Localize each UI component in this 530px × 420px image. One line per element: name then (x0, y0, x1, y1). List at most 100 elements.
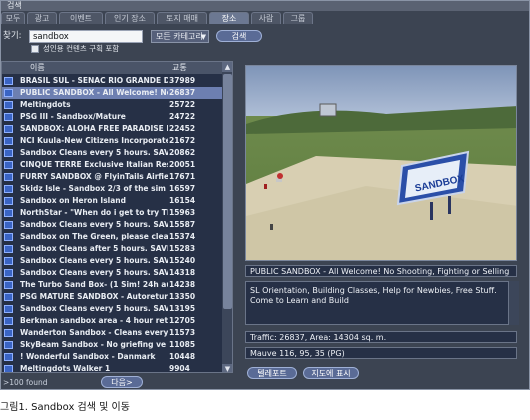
search-button[interactable]: 검색 (216, 30, 262, 42)
list-item[interactable]: PSG III - Sandbox/Mature 24722 (2, 111, 222, 123)
house-icon (4, 137, 13, 145)
place-name: NCI Kuula-New Citizens Incorporated (20, 136, 168, 145)
column-header-traffic[interactable]: 교통 (172, 62, 187, 74)
list-item[interactable]: FURRY SANDBOX @ FlyinTails Airfield 17671 (2, 171, 222, 183)
place-name: PSG MATURE SANDBOX - Autoreturn (20, 292, 168, 301)
house-icon (4, 329, 13, 337)
list-item[interactable]: Sandbox Cleans every 5 hours. SAVE 15587 (2, 219, 222, 231)
list-item[interactable]: Sandbox Cleans every 5 hours. SAVE 14318 (2, 267, 222, 279)
place-name: CINQUE TERRE Exclusive Italian Resid (20, 160, 168, 169)
category-dropdown[interactable]: 모든 카테고리 ▼ (151, 30, 209, 43)
list-item[interactable]: PUBLIC SANDBOX - All Welcome! No S 26837 (2, 87, 222, 99)
house-icon (4, 341, 13, 349)
tab-events[interactable]: 이벤트 (59, 12, 103, 24)
traffic-value: 15963 (169, 208, 196, 217)
list-item[interactable]: Sandbox Cleans every 5 hours. SAVE 13195 (2, 303, 222, 315)
show-on-map-button[interactable]: 지도에 표시 (303, 367, 359, 379)
place-name: The Turbo Sand Box- (1 Sim! 24h aut (20, 280, 168, 289)
traffic-value: 10448 (169, 352, 196, 361)
house-icon (4, 233, 13, 241)
traffic-value: 11085 (169, 340, 196, 349)
tab-bar: 모두 광고 이벤트 인기 장소 토지 매매 장소 사람 그룹 (1, 12, 529, 24)
traffic-value: 11573 (169, 328, 196, 337)
list-item[interactable]: Berkman sandbox area - 4 hour retu 12705 (2, 315, 222, 327)
traffic-value: 9904 (169, 364, 190, 373)
place-name: BRASIL SUL - SENAC RIO GRANDE DO (20, 76, 168, 85)
list-item[interactable]: ! Wonderful Sandbox - Danmark 10448 (2, 351, 222, 363)
place-name: PSG III - Sandbox/Mature (20, 112, 126, 121)
list-item[interactable]: Sandbox on Heron Island 16154 (2, 195, 222, 207)
house-icon (4, 245, 13, 253)
house-icon (4, 353, 13, 361)
list-item[interactable]: CINQUE TERRE Exclusive Italian Resid 2005… (2, 159, 222, 171)
house-icon (4, 269, 13, 277)
traffic-value: 13350 (169, 292, 196, 301)
scroll-down-icon[interactable]: ▼ (222, 364, 232, 372)
house-icon (4, 293, 13, 301)
tab-places[interactable]: 장소 (209, 12, 249, 24)
house-icon (4, 77, 13, 85)
list-item[interactable]: Skidz Isle - Sandbox 2/3 of the sim 16597 (2, 183, 222, 195)
list-item[interactable]: PSG MATURE SANDBOX - Autoreturn 13350 (2, 291, 222, 303)
next-page-button[interactable]: 다음> (101, 376, 143, 388)
tab-land-sales[interactable]: 토지 매매 (157, 12, 207, 24)
list-item[interactable]: Wanderton Sandbox - Cleans every 11573 (2, 327, 222, 339)
scroll-up-icon[interactable]: ▲ (222, 62, 232, 72)
house-icon (4, 305, 13, 313)
list-item[interactable]: Meltingdots 25722 (2, 99, 222, 111)
traffic-value: 26837 (169, 88, 196, 97)
teleport-button[interactable]: 텔레포트 (247, 367, 297, 379)
list-item[interactable]: BRASIL SUL - SENAC RIO GRANDE DO 37989 (2, 75, 222, 87)
traffic-value: 16597 (169, 184, 196, 193)
tab-groups[interactable]: 그룹 (283, 12, 313, 24)
house-icon (4, 101, 13, 109)
place-name: Sandbox Cleans every 5 hours. SAVE (20, 304, 168, 313)
traffic-value: 15374 (169, 232, 196, 241)
column-header-name[interactable]: 이름 (30, 62, 45, 74)
search-row: 찾기: sandbox 모든 카테고리 ▼ 검색 (1, 29, 529, 43)
place-name: FURRY SANDBOX @ FlyinTails Airfield (20, 172, 168, 181)
list-item[interactable]: The Turbo Sand Box- (1 Sim! 24h aut 14238 (2, 279, 222, 291)
traffic-value: 20862 (169, 148, 196, 157)
list-item[interactable]: Sandbox Cleans every 5 hours. SAVE 15240 (2, 255, 222, 267)
figure-caption: 그림1. Sandbox 검색 및 이동 (0, 402, 130, 413)
place-name: Skidz Isle - Sandbox 2/3 of the sim (20, 184, 166, 193)
tab-all[interactable]: 모두 (1, 12, 25, 24)
place-name: SANDBOX: ALOHA FREE PARADISE ISLAND (20, 124, 168, 133)
traffic-value: 20051 (169, 160, 196, 169)
scroll-thumb[interactable] (223, 74, 232, 309)
list-item[interactable]: SANDBOX: ALOHA FREE PARADISE ISLAND22452 (2, 123, 222, 135)
house-icon (4, 89, 13, 97)
house-icon (4, 281, 13, 289)
search-label: 찾기: (3, 31, 22, 41)
place-name: Wanderton Sandbox - Cleans every (20, 328, 168, 337)
place-name: Sandbox on Heron Island (20, 196, 127, 205)
adult-content-checkbox[interactable] (31, 45, 39, 53)
traffic-value: 16154 (169, 196, 196, 205)
list-item[interactable]: SkyBeam Sandbox - No griefing ve 11085 (2, 339, 222, 351)
traffic-value: 22452 (169, 124, 196, 133)
traffic-value: 15587 (169, 220, 196, 229)
house-icon (4, 197, 13, 205)
house-icon (4, 317, 13, 325)
list-scrollbar[interactable]: ▲ ▼ (222, 62, 232, 372)
list-item[interactable]: NorthStar - "When do i get to try TH 1596… (2, 207, 222, 219)
list-item[interactable]: Sandbox on The Green, please clean 15374 (2, 231, 222, 243)
traffic-value: 17671 (169, 172, 196, 181)
house-icon (4, 365, 13, 372)
list-item[interactable]: NCI Kuula-New Citizens Incorporated 21672 (2, 135, 222, 147)
tab-people[interactable]: 사람 (251, 12, 281, 24)
place-name: NorthStar - "When do i get to try TH (20, 208, 168, 217)
list-item[interactable]: Meltingdots Walker 1 9904 (2, 363, 222, 373)
description-scrollbar[interactable] (509, 281, 519, 325)
place-name: SkyBeam Sandbox - No griefing ve (20, 340, 167, 349)
traffic-value: 15240 (169, 256, 196, 265)
traffic-value: 14238 (169, 280, 196, 289)
traffic-value: 15283 (169, 244, 196, 253)
list-item[interactable]: Sandbox Cleans every 5 hours. SAVE 20862 (2, 147, 222, 159)
tab-popular-places[interactable]: 인기 장소 (105, 12, 155, 24)
tab-classifieds[interactable]: 광고 (27, 12, 57, 24)
place-name: ! Wonderful Sandbox - Danmark (20, 352, 156, 361)
list-item[interactable]: Sandbox Cleans after 5 hours. SAVE 15283 (2, 243, 222, 255)
place-name: Sandbox Cleans after 5 hours. SAVE (20, 244, 168, 253)
